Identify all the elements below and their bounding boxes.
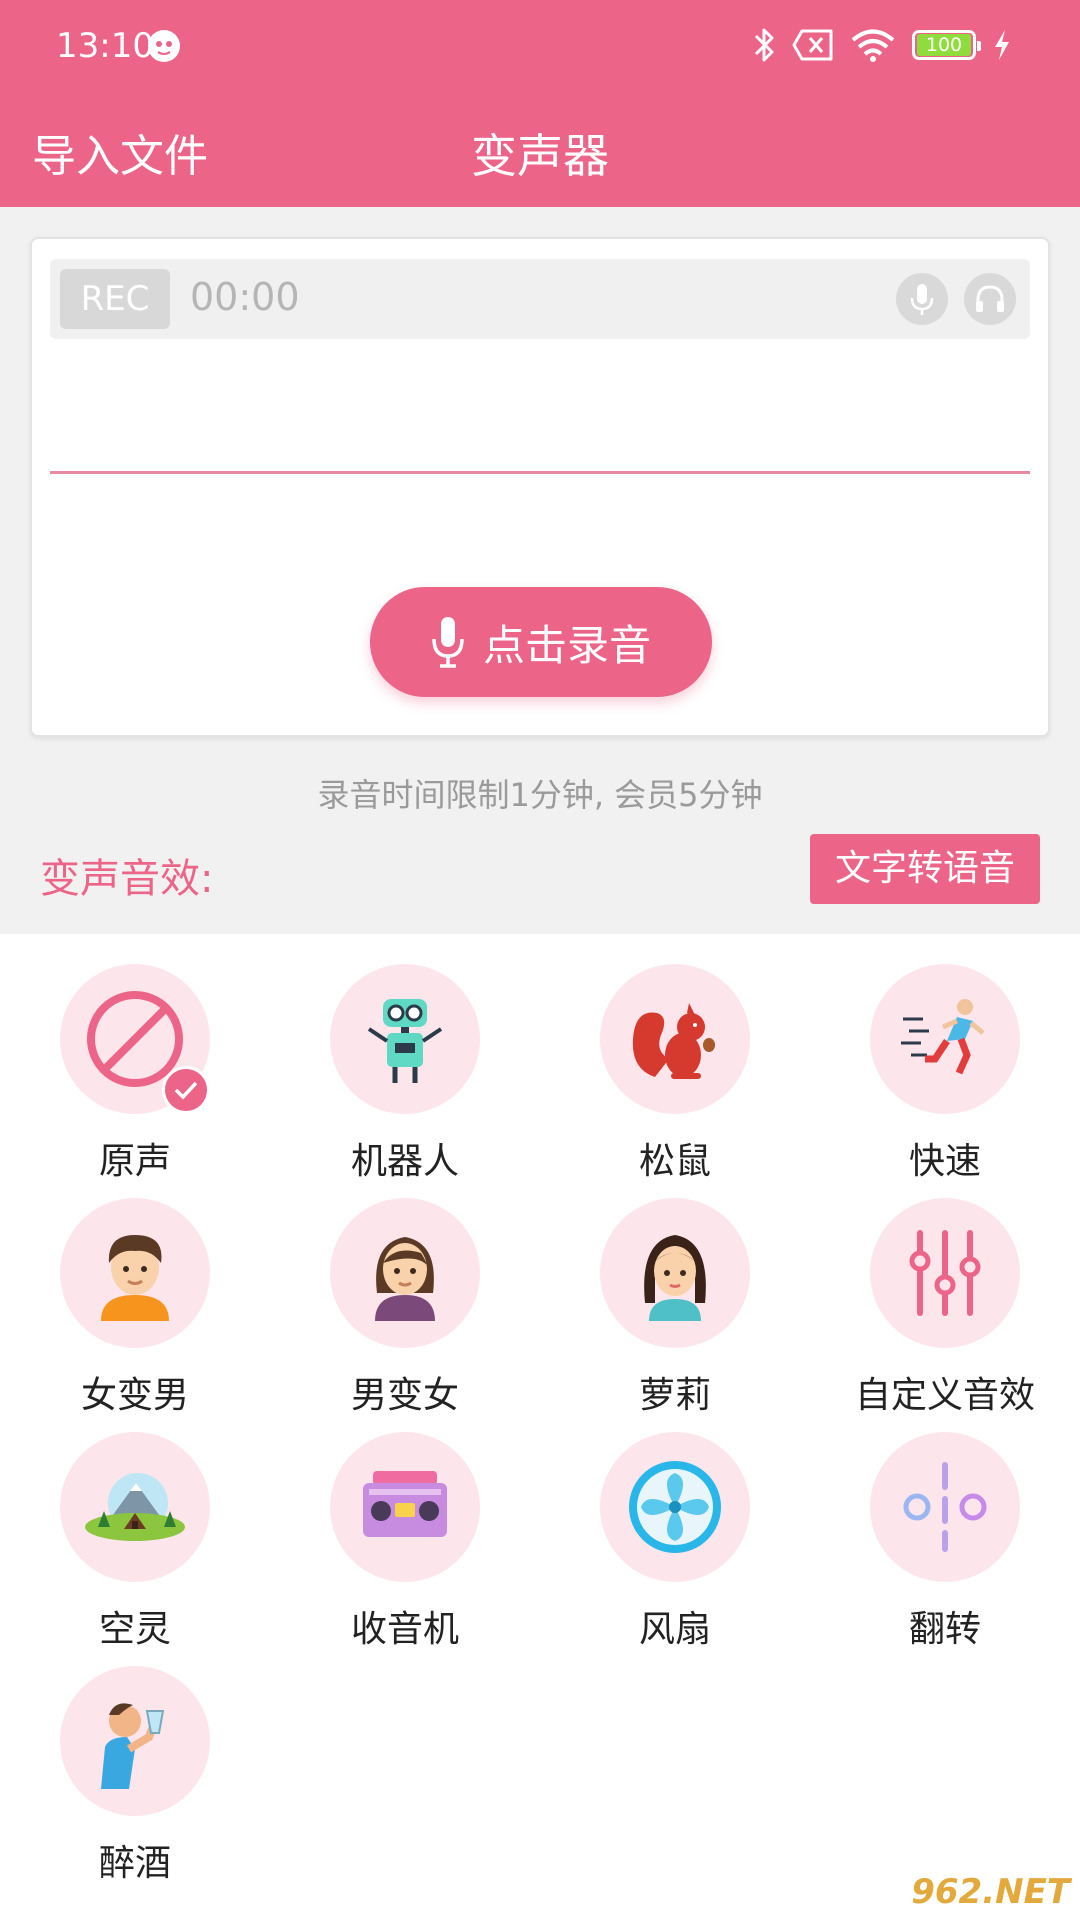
headphones-icon[interactable] xyxy=(964,273,1016,325)
flip-icon xyxy=(903,1462,987,1552)
record-button[interactable]: 点击录音 xyxy=(370,587,712,697)
watermark-logo: 962.NET xyxy=(911,1872,1070,1912)
effect-loli[interactable]: 萝莉 xyxy=(540,1168,810,1416)
selected-check-icon xyxy=(162,1066,210,1114)
wifi-icon xyxy=(851,29,895,62)
recorder-status-bar: REC 00:00 xyxy=(50,259,1030,339)
text-to-speech-button[interactable]: 文字转语音 xyxy=(810,834,1040,904)
effect-robot[interactable]: 机器人 xyxy=(270,934,540,1182)
male-face-icon xyxy=(101,1235,169,1321)
recording-time: 00:00 xyxy=(190,275,300,319)
effect-male-to-female[interactable]: 男变女 xyxy=(270,1168,540,1416)
effect-label: 风扇 xyxy=(638,1609,711,1650)
app-notification-icon xyxy=(148,30,180,62)
mountain-cabin-icon xyxy=(85,1473,185,1541)
effect-female-to-male[interactable]: 女变男 xyxy=(0,1168,270,1416)
girl-face-icon xyxy=(644,1235,706,1321)
effect-radio[interactable]: 收音机 xyxy=(270,1402,540,1650)
squirrel-icon xyxy=(632,1003,715,1079)
recorder-card: REC 00:00 点击录音 xyxy=(30,237,1050,737)
app-bar: 导入文件 变声器 xyxy=(0,92,1080,207)
effect-original[interactable]: 原声 xyxy=(0,934,270,1182)
robot-icon xyxy=(367,999,443,1083)
effects-section-title: 变声音效: xyxy=(40,856,214,902)
effect-label: 收音机 xyxy=(350,1609,459,1650)
effect-drunk[interactable]: 醉酒 xyxy=(0,1636,270,1884)
effect-ethereal[interactable]: 空灵 xyxy=(0,1402,270,1650)
status-time: 13:10 xyxy=(56,26,154,66)
effects-grid: 原声 机器人 松鼠 快速 女变男 男变女 萝莉 自定义音效 空灵 收音机 风扇 … xyxy=(0,934,1080,1920)
rec-badge: REC xyxy=(60,269,170,329)
drinking-man-icon xyxy=(101,1703,165,1789)
effect-squirrel[interactable]: 松鼠 xyxy=(540,934,810,1182)
effect-custom[interactable]: 自定义音效 xyxy=(810,1168,1080,1416)
recording-limit-hint: 录音时间限制1分钟, 会员5分钟 xyxy=(317,776,763,814)
battery-level: 100 xyxy=(917,34,971,56)
equalizer-icon xyxy=(909,1230,981,1316)
bluetooth-icon xyxy=(754,28,774,62)
effect-flip[interactable]: 翻转 xyxy=(810,1402,1080,1650)
effect-label: 醉酒 xyxy=(98,1843,171,1884)
microphone-icon[interactable] xyxy=(896,273,948,325)
record-button-label: 点击录音 xyxy=(482,620,651,670)
effect-label: 翻转 xyxy=(908,1609,981,1650)
female-face-icon xyxy=(375,1237,435,1321)
radio-icon xyxy=(363,1471,447,1537)
fast-runner-icon xyxy=(901,999,985,1075)
no-sim-icon xyxy=(792,29,833,61)
charging-icon xyxy=(995,30,1009,60)
effect-fan[interactable]: 风扇 xyxy=(540,1402,810,1650)
microphone-icon xyxy=(432,617,464,668)
status-bar: 13:10 100 xyxy=(0,0,1080,92)
fan-icon xyxy=(629,1461,721,1553)
page-title: 变声器 xyxy=(471,129,609,183)
effect-fast[interactable]: 快速 xyxy=(810,934,1080,1182)
battery-icon: 100 xyxy=(912,30,981,60)
waveform-baseline xyxy=(50,471,1030,474)
